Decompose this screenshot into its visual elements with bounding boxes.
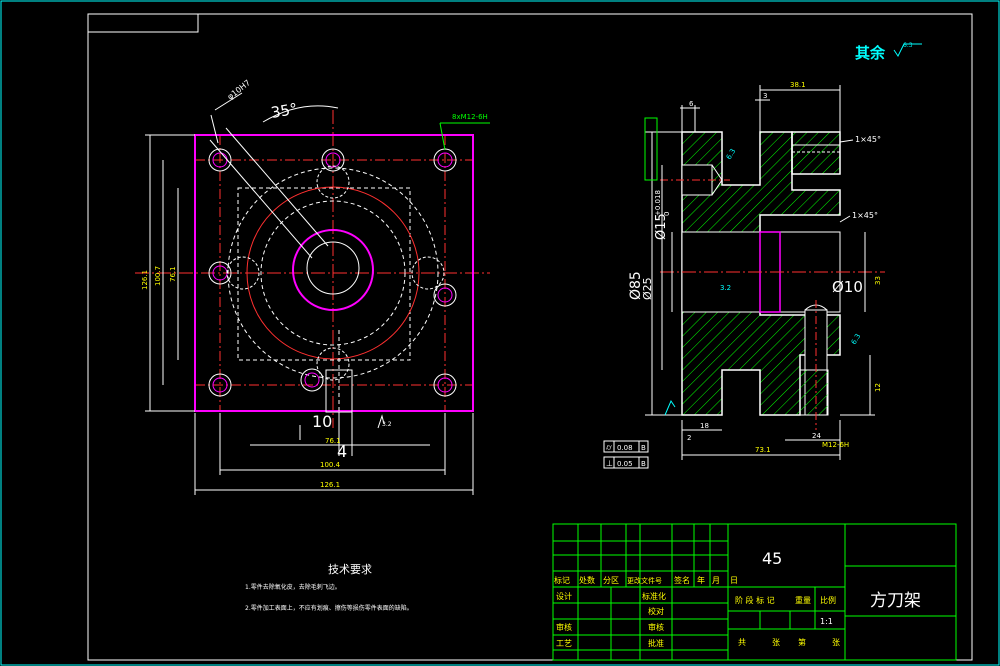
side-view: 38.1 3 6 1×45° 1×45° Ø85 Ø15 Ø25 +0.018 … bbox=[603, 81, 885, 469]
svg-text:张: 张 bbox=[772, 638, 780, 647]
svg-text:标记: 标记 bbox=[554, 575, 570, 585]
svg-text:+0.018: +0.018 bbox=[654, 190, 662, 216]
svg-text:日: 日 bbox=[730, 576, 738, 585]
svg-text:B: B bbox=[641, 460, 646, 468]
svg-text:100.7: 100.7 bbox=[154, 266, 162, 286]
title-block-text: 45 方刀架 标记 处数 分区 更改文件号 签名 年 月 日 设计 标准化 校对… bbox=[554, 549, 921, 648]
svg-text:标准化: 标准化 bbox=[642, 591, 666, 601]
svg-text:工艺: 工艺 bbox=[556, 639, 572, 648]
svg-text:33: 33 bbox=[874, 276, 882, 285]
front-view: 35° φ10H7 8xM12-6H 126.1 100.4 76.1 10 4 bbox=[135, 78, 490, 495]
svg-text:0.05: 0.05 bbox=[617, 460, 633, 468]
svg-text:18: 18 bbox=[700, 422, 709, 430]
svg-text:技术要求: 技术要求 bbox=[328, 563, 372, 576]
svg-text:第: 第 bbox=[798, 637, 806, 647]
svg-text:2.零件加工表面上，不应有划痕、擦伤等损伤零件表面的缺陷。: 2.零件加工表面上，不应有划痕、擦伤等损伤零件表面的缺陷。 bbox=[245, 604, 413, 612]
svg-text:6.3: 6.3 bbox=[850, 332, 862, 346]
svg-text:Ø15: Ø15 bbox=[654, 213, 669, 240]
svg-text:更改文件号: 更改文件号 bbox=[627, 576, 662, 585]
svg-text:1×45°: 1×45° bbox=[852, 211, 878, 220]
tol-frame-2: ⊥ 0.05 B bbox=[603, 456, 649, 469]
svg-text:3.2: 3.2 bbox=[382, 421, 392, 428]
svg-text:审核: 审核 bbox=[556, 622, 572, 632]
tol-frame-1: ⌭ 0.08 B bbox=[603, 440, 649, 453]
svg-text:3: 3 bbox=[763, 92, 767, 100]
svg-text:2: 2 bbox=[687, 434, 691, 442]
svg-text:126.1: 126.1 bbox=[320, 481, 340, 489]
svg-text:设计: 设计 bbox=[556, 591, 572, 601]
svg-text:张: 张 bbox=[832, 638, 840, 647]
svg-text:签名: 签名 bbox=[674, 575, 690, 585]
svg-text:6: 6 bbox=[689, 100, 694, 108]
svg-text:分区: 分区 bbox=[603, 576, 619, 585]
svg-text:其余: 其余 bbox=[855, 44, 886, 62]
surface-note: 其余 6.3 bbox=[855, 42, 922, 62]
svg-text:38.1: 38.1 bbox=[790, 81, 806, 89]
svg-text:8xM12-6H: 8xM12-6H bbox=[452, 113, 488, 121]
svg-text:100.4: 100.4 bbox=[320, 461, 341, 469]
svg-text:126.1: 126.1 bbox=[141, 270, 149, 290]
svg-text:10: 10 bbox=[312, 412, 332, 431]
svg-text:⌭: ⌭ bbox=[606, 443, 612, 452]
drawing-canvas: 其余 6.3 35° φ10H7 8xM12-6H 126.1 100.4 76… bbox=[0, 0, 1000, 666]
svg-text:B: B bbox=[641, 444, 646, 452]
svg-text:76.1: 76.1 bbox=[169, 266, 177, 282]
svg-text:⊥: ⊥ bbox=[606, 459, 613, 468]
svg-text:0: 0 bbox=[663, 212, 671, 216]
svg-text:审核: 审核 bbox=[648, 622, 664, 632]
svg-text:12: 12 bbox=[874, 383, 882, 392]
svg-text:Ø10: Ø10 bbox=[832, 278, 863, 296]
svg-text:6.3: 6.3 bbox=[725, 147, 737, 161]
svg-text:重量: 重量 bbox=[795, 595, 811, 605]
svg-text:4: 4 bbox=[337, 442, 347, 461]
svg-text:1:1: 1:1 bbox=[820, 617, 833, 626]
svg-text:45: 45 bbox=[762, 549, 782, 568]
svg-text:方刀架: 方刀架 bbox=[870, 591, 921, 611]
svg-text:月: 月 bbox=[712, 576, 720, 585]
svg-text:M12-6H: M12-6H bbox=[822, 441, 849, 449]
svg-text:0.08: 0.08 bbox=[617, 444, 633, 452]
svg-text:35°: 35° bbox=[270, 100, 299, 122]
svg-text:1.零件去除氧化皮，去除毛刺飞边。: 1.零件去除氧化皮，去除毛刺飞边。 bbox=[245, 583, 341, 591]
svg-text:1×45°: 1×45° bbox=[855, 135, 881, 144]
svg-text:3.2: 3.2 bbox=[720, 284, 731, 292]
tech-requirements: 技术要求 1.零件去除氧化皮，去除毛刺飞边。 2.零件加工表面上，不应有划痕、擦… bbox=[245, 563, 413, 612]
svg-text:6.3: 6.3 bbox=[903, 42, 913, 49]
svg-text:批准: 批准 bbox=[648, 638, 664, 648]
svg-text:共: 共 bbox=[738, 638, 746, 647]
svg-text:年: 年 bbox=[697, 575, 705, 585]
outer-border bbox=[0, 0, 1000, 666]
svg-text:24: 24 bbox=[812, 432, 821, 440]
svg-text:处数: 处数 bbox=[579, 575, 595, 585]
svg-text:比例: 比例 bbox=[820, 595, 836, 605]
svg-text:Ø25: Ø25 bbox=[641, 277, 654, 300]
svg-text:φ10H7: φ10H7 bbox=[226, 78, 252, 101]
svg-text:阶 段 标 记: 阶 段 标 记 bbox=[735, 595, 775, 605]
svg-text:73.1: 73.1 bbox=[755, 446, 771, 454]
corner-tag bbox=[87, 13, 199, 33]
svg-text:校对: 校对 bbox=[648, 606, 664, 616]
